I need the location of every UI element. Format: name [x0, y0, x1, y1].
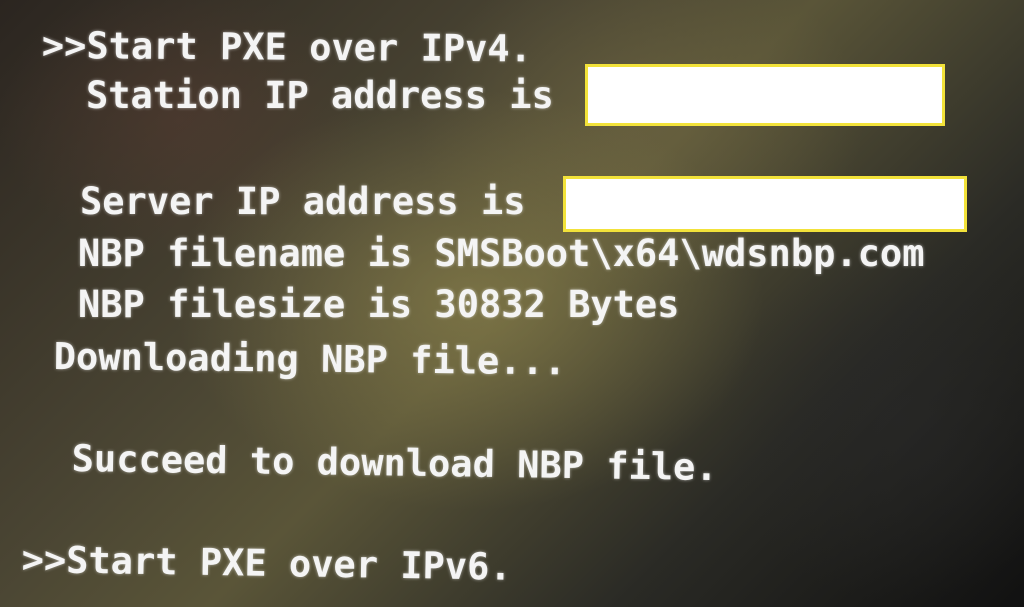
pxe-ipv4-start-line: >>Start PXE over IPv4.	[41, 24, 533, 71]
server-ip-line: Server IP address is	[80, 180, 526, 223]
station-ip-redaction	[585, 64, 945, 126]
downloading-line: Downloading NBP file...	[53, 335, 567, 384]
server-ip-redaction	[563, 176, 967, 232]
download-success-line: Succeed to download NBP file.	[71, 437, 718, 490]
pxe-ipv6-start-line: >>Start PXE over IPv6.	[21, 538, 513, 589]
nbp-filesize-line: NBP filesize is 30832 Bytes	[78, 283, 680, 326]
station-ip-line: Station IP address is	[86, 74, 554, 117]
nbp-filename-line: NBP filename is SMSBoot\x64\wdsnbp.com	[78, 232, 925, 275]
boot-screen: >>Start PXE over IPv4. Station IP addres…	[0, 0, 1024, 607]
